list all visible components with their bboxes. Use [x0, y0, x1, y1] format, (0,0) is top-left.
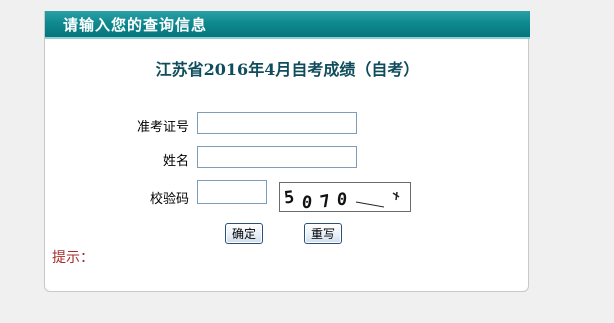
captcha-noise-mark — [392, 191, 400, 201]
submit-button[interactable]: 确定 — [225, 223, 264, 244]
hint-label: 提示： — [52, 250, 94, 266]
panel-header-title: 请输入您的查询信息 — [63, 16, 208, 34]
captcha-image[interactable]: 5 0 7 0 — [279, 182, 411, 212]
captcha-char-1: 5 — [283, 188, 295, 209]
page-title: 江苏省2016年4月自考成绩（自考） — [155, 60, 420, 79]
admission-number-input[interactable] — [197, 112, 357, 134]
captcha-label: 校验码 — [149, 192, 189, 207]
query-panel: 请输入您的查询信息 江苏省2016年4月自考成绩（自考） 准考证号 姓名 校验码… — [44, 11, 530, 292]
panel-header: 请输入您的查询信息 — [45, 11, 530, 39]
captcha-char-3: 7 — [318, 191, 332, 212]
captcha-graphic: 5 0 7 0 — [283, 188, 400, 212]
captcha-char-4: 0 — [336, 190, 348, 211]
name-input[interactable] — [197, 146, 357, 168]
captcha-char-2: 0 — [300, 192, 313, 212]
admission-number-label: 准考证号 — [136, 120, 189, 135]
reset-button[interactable]: 重写 — [304, 223, 343, 244]
name-label: 姓名 — [162, 154, 189, 169]
captcha-noise-line — [355, 201, 385, 208]
captcha-input[interactable] — [197, 180, 267, 204]
